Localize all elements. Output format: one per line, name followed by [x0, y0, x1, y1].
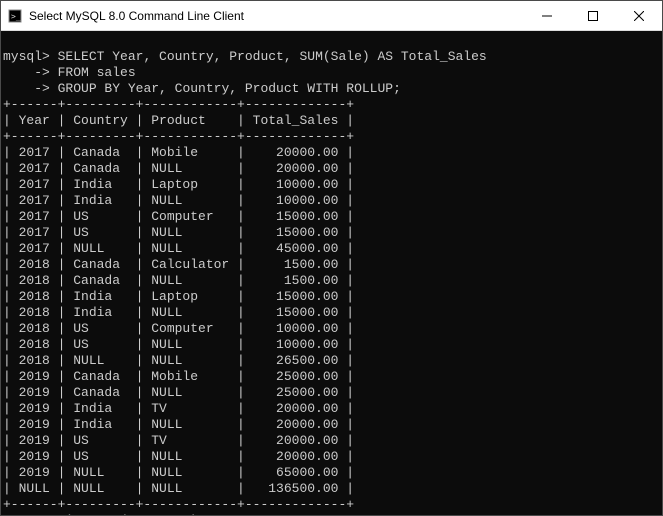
table-header: | Year | Country | Product | Total_Sales…: [3, 113, 354, 128]
table-border: +------+---------+------------+---------…: [3, 97, 354, 112]
window-title: Select MySQL 8.0 Command Line Client: [29, 9, 524, 23]
close-button[interactable]: [616, 1, 662, 30]
query-line: mysql> SELECT Year, Country, Product, SU…: [3, 49, 487, 64]
table-border: +------+---------+------------+---------…: [3, 497, 354, 512]
window-controls: [524, 1, 662, 30]
terminal-output[interactable]: mysql> SELECT Year, Country, Product, SU…: [1, 31, 662, 515]
query-line: -> GROUP BY Year, Country, Product WITH …: [3, 81, 401, 96]
app-window: >_ Select MySQL 8.0 Command Line Client …: [0, 0, 663, 516]
minimize-button[interactable]: [524, 1, 570, 30]
svg-text:>_: >_: [11, 12, 21, 21]
query-line: -> FROM sales: [3, 65, 136, 80]
maximize-button[interactable]: [570, 1, 616, 30]
app-icon: >_: [7, 8, 23, 24]
result-summary: 22 rows in set (0.00 sec): [3, 513, 198, 515]
table-border: +------+---------+------------+---------…: [3, 129, 354, 144]
titlebar[interactable]: >_ Select MySQL 8.0 Command Line Client: [1, 1, 662, 31]
table-rows: | 2017 | Canada | Mobile | 20000.00 | | …: [3, 145, 354, 496]
